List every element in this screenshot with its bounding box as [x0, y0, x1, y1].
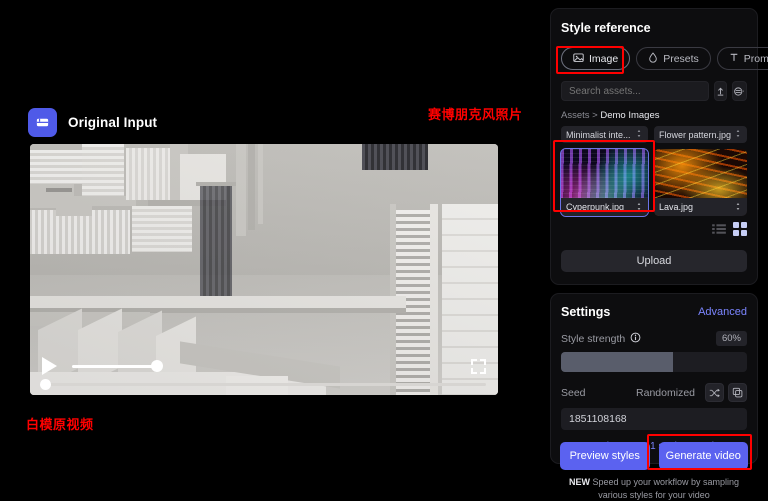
settings-card: Settings Advanced Style strength 60% See… — [550, 293, 758, 464]
asset-pill-flower-pattern[interactable]: Flower pattern.jpg — [653, 126, 747, 143]
footnote: NEW Speed up your workflow by sampling v… — [556, 476, 752, 501]
settings-title: Settings — [561, 305, 611, 319]
video-clip-icon — [28, 108, 57, 137]
asset-search-row — [561, 81, 747, 101]
right-panel: Style reference Image Presets Prom Searc… — [550, 8, 768, 500]
left-pane: Original Input 赛博朋克风照片 白模原视频 — [0, 0, 548, 501]
annotation-whitemodel-video: 白模原视频 — [26, 418, 94, 433]
asset-thumb-caption: Lava.jpg — [653, 198, 747, 216]
breadcrumb-current: Demo Images — [600, 110, 660, 121]
preview-styles-button[interactable]: Preview styles — [560, 442, 650, 470]
style-strength-row: Style strength 60% — [561, 331, 747, 346]
original-input-header: Original Input — [28, 108, 157, 137]
asset-name: Lava.jpg — [658, 202, 693, 212]
tab-presets[interactable]: Presets — [636, 47, 711, 70]
tab-prompt-label: Prompt — [743, 52, 768, 65]
video-progress-knob[interactable] — [40, 378, 51, 390]
asset-grid: Minimalist inte... Flower pattern.jpg Cy… — [560, 126, 747, 217]
video-progress-bar[interactable] — [40, 378, 486, 390]
footnote-text: Speed up your workflow by sampling vario… — [589, 477, 740, 501]
asset-name: Cyperpunk.jpg — [566, 202, 625, 212]
tab-prompt[interactable]: Prompt — [716, 47, 768, 70]
droplet-icon — [648, 51, 658, 66]
asset-pill-minimalist[interactable]: Minimalist inte... — [561, 126, 648, 143]
video-controls — [30, 349, 498, 395]
tab-presets-label: Presets — [663, 52, 699, 65]
asset-menu-icon[interactable] — [734, 129, 742, 140]
play-icon[interactable] — [42, 357, 57, 375]
seed-row: Seed Randomized — [561, 383, 747, 402]
seed-value-input[interactable]: 1851108168 — [561, 408, 747, 430]
annotation-cyberpunk-photo: 赛博朋克风照片 — [428, 108, 523, 123]
asset-name: Flower pattern.jpg — [658, 129, 731, 140]
asset-name: Minimalist inte... — [566, 129, 631, 140]
asset-thumb-caption: Cyperpunk.jpg — [561, 198, 648, 216]
seed-mode-label: Randomized — [636, 386, 695, 399]
style-reference-title: Style reference — [561, 21, 651, 35]
volume-slider[interactable] — [72, 360, 163, 372]
grid-view-icon[interactable] — [733, 222, 747, 241]
style-strength-slider-fill — [561, 352, 673, 372]
volume-knob[interactable] — [151, 360, 163, 372]
asset-thumb-cyperpunk[interactable]: Cyperpunk.jpg — [560, 148, 649, 217]
asset-menu-icon[interactable] — [635, 129, 643, 140]
breadcrumb-root[interactable]: Assets — [561, 110, 590, 121]
upload-asset-icon[interactable] — [714, 81, 727, 101]
footnote-badge: NEW — [568, 477, 590, 487]
settings-header: Settings Advanced — [561, 305, 747, 319]
upload-button[interactable]: Upload — [561, 250, 747, 272]
view-mode-toggle — [561, 222, 747, 241]
asset-menu-icon[interactable] — [734, 202, 742, 213]
style-strength-label-group: Style strength — [561, 332, 641, 346]
tab-image-label: Image — [589, 52, 619, 65]
style-strength-value: 60% — [715, 331, 747, 346]
search-input[interactable] — [561, 81, 709, 101]
generate-video-button[interactable]: Generate video — [658, 442, 748, 470]
copy-icon[interactable] — [728, 383, 747, 402]
breadcrumb-separator: > — [592, 110, 598, 121]
image-icon — [573, 52, 584, 66]
style-reference-tabs: Image Presets Prom — [561, 47, 768, 70]
tab-image[interactable]: Image — [561, 47, 631, 70]
style-reference-card: Style reference Image Presets Prom Searc… — [550, 8, 768, 285]
fullscreen-icon[interactable] — [471, 358, 486, 374]
action-buttons: Preview styles Generate video — [560, 442, 748, 470]
info-icon[interactable] — [630, 332, 641, 346]
shuffle-icon[interactable] — [705, 383, 724, 402]
text-t-icon — [729, 52, 739, 66]
list-view-icon[interactable] — [712, 222, 726, 241]
video-player[interactable] — [30, 144, 498, 395]
page-title: Original Input — [68, 115, 158, 130]
app-root: Original Input 赛博朋克风照片 白模原视频 Style refer… — [0, 0, 768, 501]
filter-sort-icon[interactable] — [732, 81, 747, 101]
asset-thumb-lava[interactable]: Lava.jpg — [653, 149, 747, 216]
asset-menu-icon[interactable] — [635, 202, 643, 213]
breadcrumb: Assets > Demo Images — [561, 110, 747, 121]
style-strength-label: Style strength — [561, 332, 626, 345]
advanced-link[interactable]: Advanced — [698, 306, 747, 318]
seed-label: Seed — [561, 386, 586, 399]
style-strength-slider[interactable] — [561, 352, 747, 372]
